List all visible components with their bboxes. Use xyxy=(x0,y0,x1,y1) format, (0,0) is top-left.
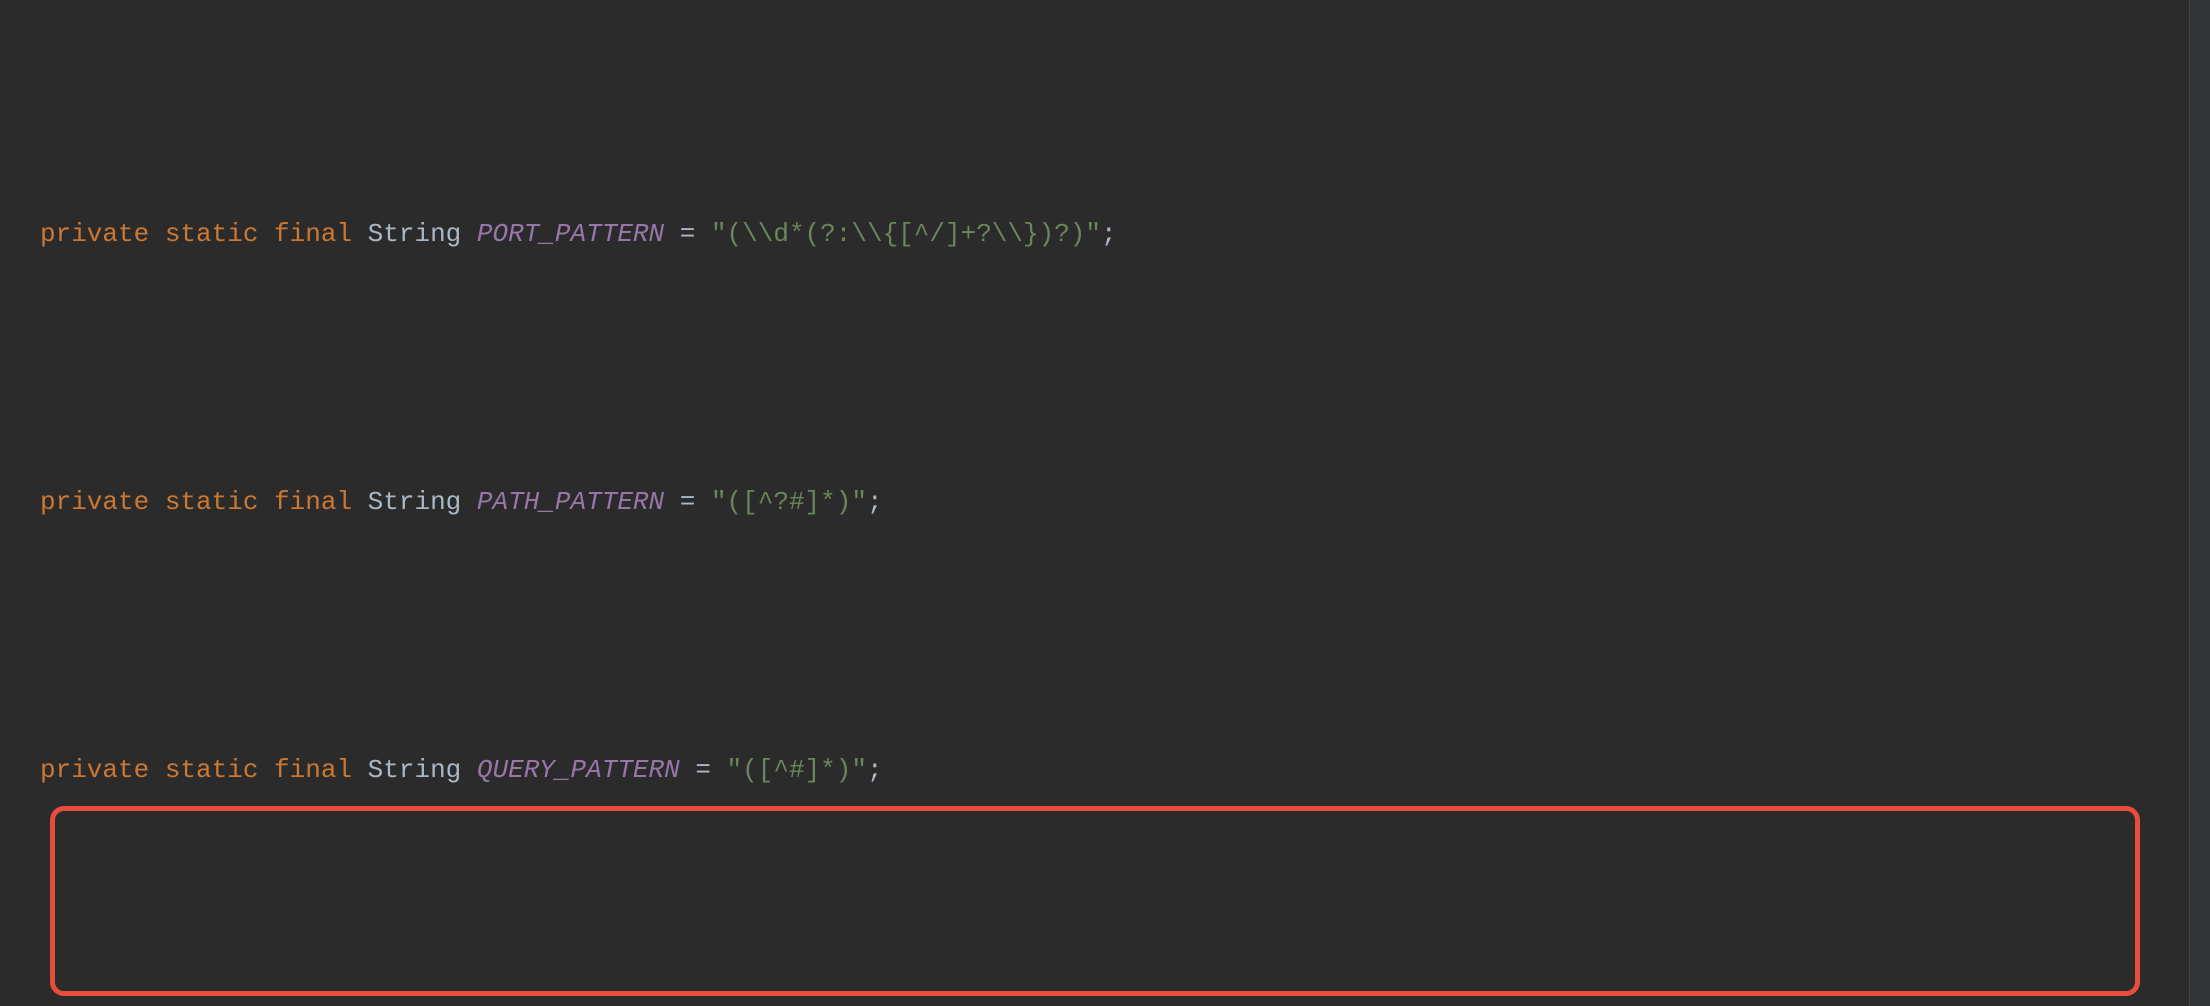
string-part: " xyxy=(711,489,727,515)
blank-line xyxy=(40,850,2210,906)
type: String xyxy=(352,221,477,247)
string-part: " xyxy=(711,221,727,247)
keyword: private static final xyxy=(40,489,352,515)
field-name: PATH_PATTERN xyxy=(477,489,664,515)
equals: = xyxy=(664,221,711,247)
scrollbar-gutter[interactable] xyxy=(2189,0,2210,1006)
code-editor[interactable]: private static final String PORT_PATTERN… xyxy=(0,0,2210,1006)
code-line: private static final String PATH_PATTERN… xyxy=(40,474,2210,530)
keyword: private static final xyxy=(40,757,352,783)
string-part: " xyxy=(851,757,867,783)
type: String xyxy=(352,489,477,515)
equals: = xyxy=(664,489,711,515)
equals: = xyxy=(680,757,727,783)
type: String xyxy=(352,757,477,783)
semicolon: ; xyxy=(1101,221,1117,247)
field-name: QUERY_PATTERN xyxy=(477,757,680,783)
semicolon: ; xyxy=(867,489,883,515)
string-part: " xyxy=(851,489,867,515)
code-line: private static final String PORT_PATTERN… xyxy=(40,206,2210,262)
string-part: " xyxy=(1085,221,1101,247)
code-line: private static final String QUERY_PATTER… xyxy=(40,742,2210,798)
keyword: private static final xyxy=(40,221,352,247)
blank-line xyxy=(40,314,2210,370)
semicolon: ; xyxy=(867,757,883,783)
regex-highlight: (\\d*(?:\\{[^/]+?\\})?) xyxy=(727,221,1086,247)
blank-line xyxy=(40,582,2210,638)
code-content: private static final String PORT_PATTERN… xyxy=(0,78,2210,1006)
field-name: PORT_PATTERN xyxy=(477,221,664,247)
string-part: " xyxy=(727,757,743,783)
regex-highlight: ([^?#]*) xyxy=(727,489,852,515)
regex-highlight: ([^#]*) xyxy=(742,757,851,783)
